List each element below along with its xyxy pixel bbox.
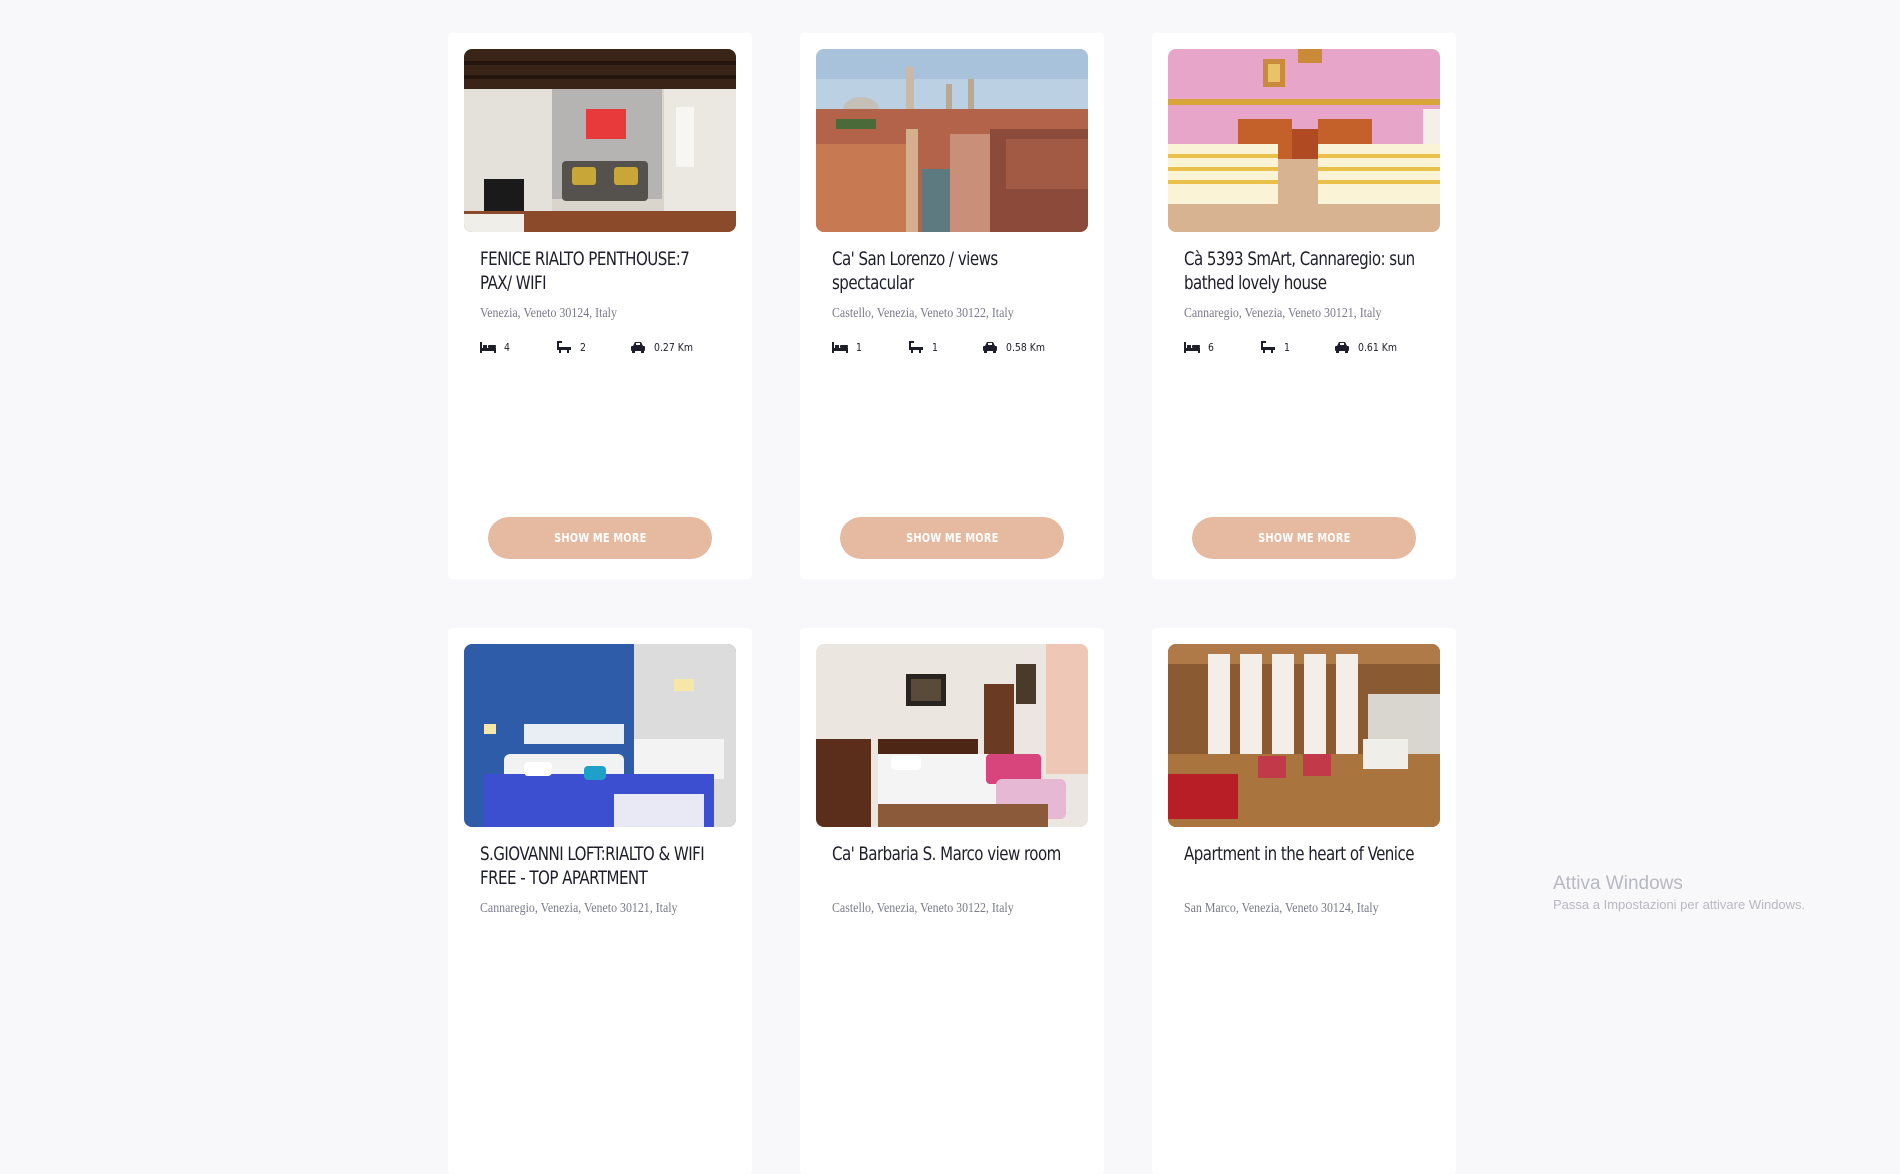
baths-count: 1 — [1284, 340, 1290, 354]
listing-card: Ca' Barbaria S. Marco view room Castello… — [800, 628, 1104, 1174]
listing-title[interactable]: Apartment in the heart of Venice — [1184, 842, 1422, 866]
show-more-button[interactable]: SHOW ME MORE — [1192, 517, 1416, 559]
beds-stat: 6 — [1184, 339, 1215, 355]
show-more-button[interactable]: SHOW ME MORE — [488, 517, 712, 559]
listing-address: Venezia, Veneto 30124, Italy — [480, 306, 617, 321]
car-icon — [983, 342, 997, 353]
listing-stats: 1 1 0.58 Km — [832, 339, 1072, 355]
listing-photo[interactable] — [464, 644, 736, 827]
bed-icon — [480, 342, 496, 353]
listing-address: Castello, Venezia, Veneto 30122, Italy — [832, 901, 1014, 916]
listing-card: Cà 5393 SmArt, Cannaregio: sun bathed lo… — [1152, 33, 1456, 579]
listing-address: Cannaregio, Venezia, Veneto 30121, Italy — [1184, 306, 1382, 321]
listing-title[interactable]: Ca' Barbaria S. Marco view room — [832, 842, 1070, 866]
listing-title[interactable]: Ca' San Lorenzo / views spectacular — [832, 247, 1070, 295]
show-more-label: SHOW ME MORE — [553, 531, 647, 545]
bathtub-icon — [1261, 341, 1275, 353]
baths-count: 1 — [932, 340, 938, 354]
listing-address: Castello, Venezia, Veneto 30122, Italy — [832, 306, 1014, 321]
listing-card: Ca' San Lorenzo / views spectacular Cast… — [800, 33, 1104, 579]
distance-stat: 0.58 Km — [982, 339, 1052, 355]
beds-stat: 4 — [480, 339, 511, 355]
bed-icon — [1184, 342, 1200, 353]
listing-stats: 6 1 0.61 Km — [1184, 339, 1424, 355]
bathtub-icon — [909, 341, 923, 353]
listing-photo[interactable] — [464, 49, 736, 232]
listing-address: San Marco, Venezia, Veneto 30124, Italy — [1184, 901, 1379, 916]
listing-card: Apartment in the heart of Venice San Mar… — [1152, 628, 1456, 1174]
distance-value: 0.61 Km — [1358, 340, 1398, 354]
listing-card: S.GIOVANNI LOFT:RIALTO & WIFI FREE - TOP… — [448, 628, 752, 1174]
listing-photo[interactable] — [816, 644, 1088, 827]
listing-title[interactable]: S.GIOVANNI LOFT:RIALTO & WIFI FREE - TOP… — [480, 842, 718, 890]
distance-stat: 0.27 Km — [630, 339, 700, 355]
show-more-button[interactable]: SHOW ME MORE — [840, 517, 1064, 559]
listing-photo[interactable] — [1168, 49, 1440, 232]
beds-stat: 1 — [832, 339, 863, 355]
bed-icon — [832, 342, 848, 353]
beds-count: 1 — [856, 340, 862, 354]
baths-stat: 1 — [908, 339, 939, 355]
listing-photo[interactable] — [1168, 644, 1440, 827]
baths-stat: 2 — [556, 339, 587, 355]
distance-value: 0.27 Km — [654, 340, 694, 354]
beds-count: 4 — [504, 340, 510, 354]
listing-address: Cannaregio, Venezia, Veneto 30121, Italy — [480, 901, 678, 916]
listing-title[interactable]: FENICE RIALTO PENTHOUSE:7 PAX/ WIFI — [480, 247, 718, 295]
car-icon — [631, 342, 645, 353]
listing-title[interactable]: Cà 5393 SmArt, Cannaregio: sun bathed lo… — [1184, 247, 1422, 295]
watermark-title: Attiva Windows — [1553, 873, 1683, 894]
car-icon — [1335, 342, 1349, 353]
baths-stat: 1 — [1260, 339, 1291, 355]
bathtub-icon — [557, 341, 571, 353]
listing-photo[interactable] — [816, 49, 1088, 232]
listing-stats: 4 2 0.27 Km — [480, 339, 720, 355]
beds-count: 6 — [1208, 340, 1214, 354]
baths-count: 2 — [580, 340, 586, 354]
windows-activation-watermark: Attiva Windows Passa a Impostazioni per … — [1553, 872, 1805, 914]
listing-grid: FENICE RIALTO PENTHOUSE:7 PAX/ WIFI Vene… — [448, 33, 1458, 1174]
watermark-subtitle: Passa a Impostazioni per attivare Window… — [1553, 897, 1806, 912]
distance-stat: 0.61 Km — [1334, 339, 1404, 355]
listing-card: FENICE RIALTO PENTHOUSE:7 PAX/ WIFI Vene… — [448, 33, 752, 579]
show-more-label: SHOW ME MORE — [905, 531, 999, 545]
show-more-label: SHOW ME MORE — [1257, 531, 1351, 545]
distance-value: 0.58 Km — [1006, 340, 1046, 354]
